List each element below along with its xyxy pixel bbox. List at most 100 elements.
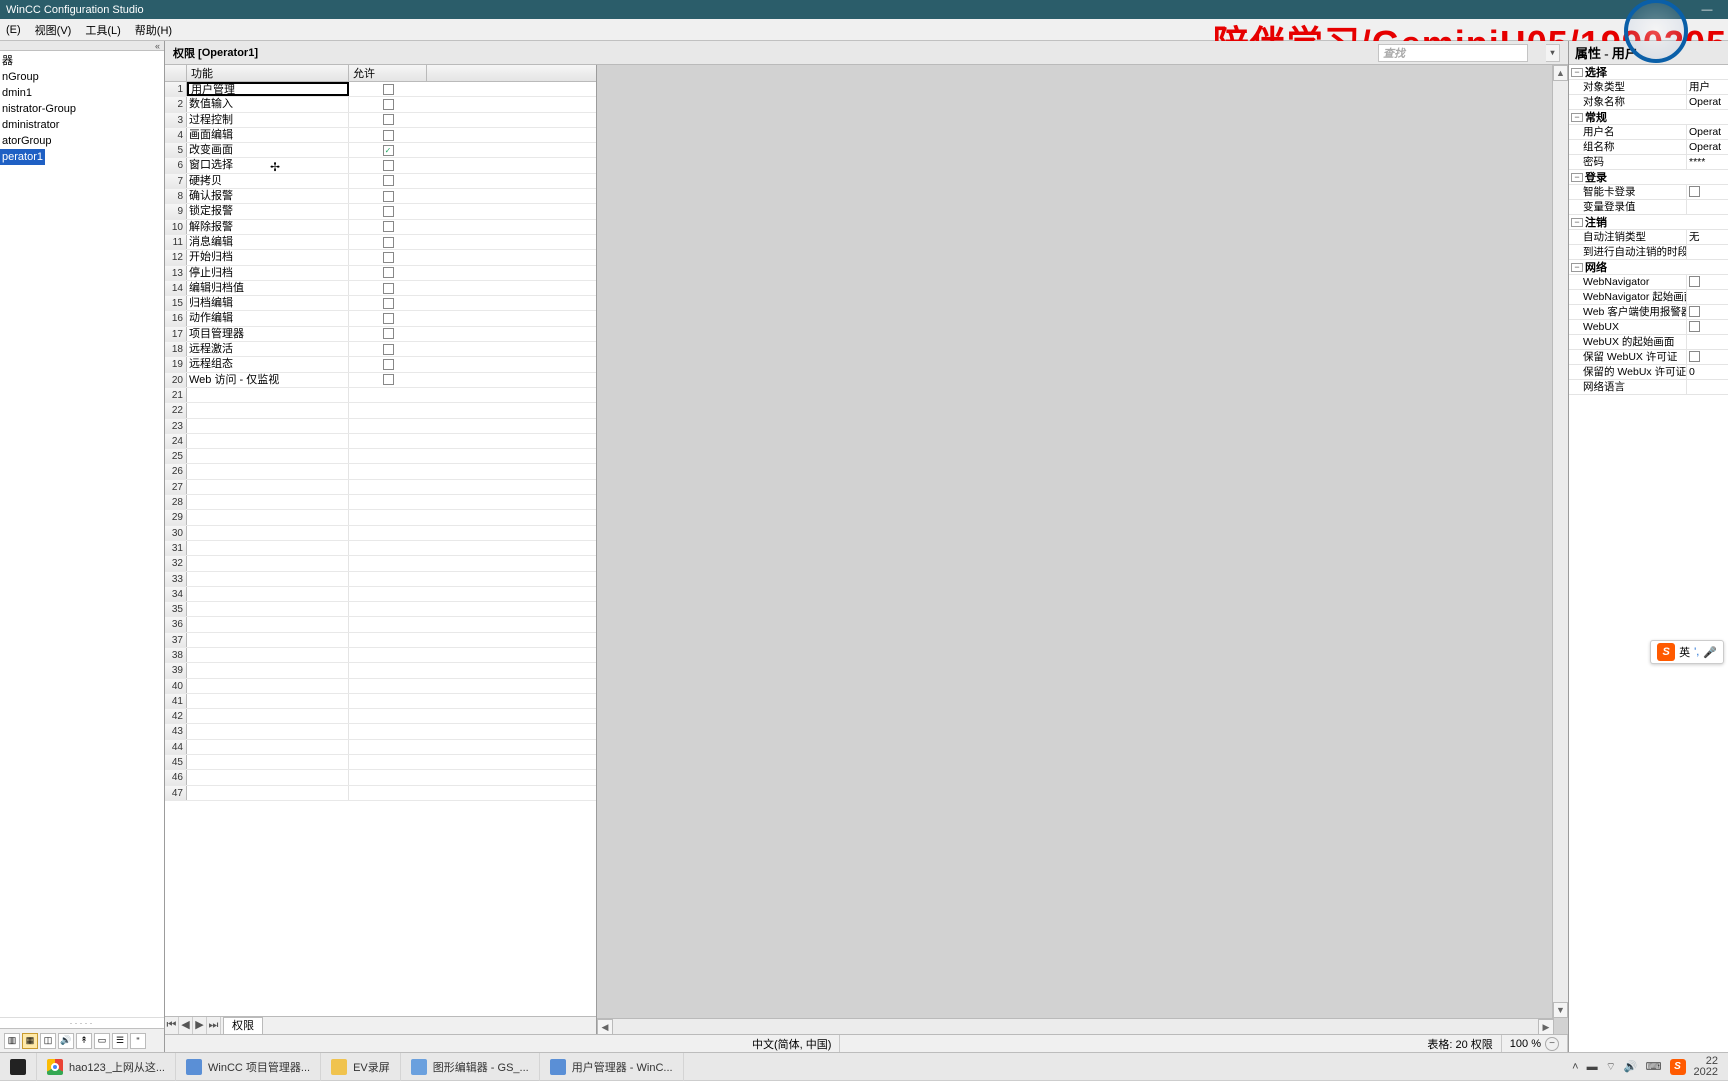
collapse-icon[interactable]: −	[1571, 218, 1583, 227]
tray-keyboard-icon[interactable]: ⌨	[1646, 1060, 1662, 1073]
table-row[interactable]: 18远程激活	[165, 342, 596, 357]
scroll-up-icon[interactable]: ▲	[1553, 65, 1568, 81]
checkbox[interactable]: ✓	[383, 145, 394, 156]
table-row[interactable]: 38	[165, 648, 596, 663]
cell-allow[interactable]	[349, 296, 427, 310]
search-dropdown[interactable]: ▾	[1546, 44, 1560, 62]
nav-tool-3[interactable]: ◫	[40, 1033, 56, 1049]
table-row[interactable]: 17项目管理器	[165, 327, 596, 342]
property-value[interactable]	[1687, 320, 1728, 334]
nav-item[interactable]: nistrator-Group	[0, 101, 164, 117]
table-row[interactable]: 4画面编辑	[165, 128, 596, 143]
cell-function[interactable]: 归档编辑	[187, 296, 349, 310]
checkbox[interactable]	[383, 359, 394, 370]
menu-help[interactable]: 帮助(H)	[135, 22, 172, 38]
cell-allow[interactable]	[349, 373, 427, 387]
table-row[interactable]: 10解除报警	[165, 220, 596, 235]
zoom-out-button[interactable]: −	[1545, 1037, 1559, 1051]
cell-allow[interactable]	[349, 235, 427, 249]
property-group[interactable]: −登录	[1569, 170, 1728, 185]
table-row[interactable]: 46	[165, 770, 596, 785]
table-row[interactable]: 34	[165, 587, 596, 602]
tray-clock[interactable]: 22 2022	[1694, 1056, 1720, 1078]
cell-function[interactable]: Web 访问 - 仅监视	[187, 373, 349, 387]
table-row[interactable]: 12开始归档	[165, 250, 596, 265]
table-row[interactable]: 13停止归档	[165, 266, 596, 281]
mic-icon[interactable]: 🎤	[1703, 646, 1717, 659]
ime-lang[interactable]: 英	[1679, 644, 1690, 660]
checkbox[interactable]	[383, 298, 394, 309]
property-value[interactable]	[1687, 380, 1728, 394]
scroll-left-icon[interactable]: ◀	[597, 1019, 613, 1035]
property-group[interactable]: −选择	[1569, 65, 1728, 80]
table-row[interactable]: 3过程控制	[165, 113, 596, 128]
table-row[interactable]: 21	[165, 388, 596, 403]
checkbox[interactable]	[1689, 306, 1700, 317]
table-row[interactable]: 22	[165, 403, 596, 418]
property-value[interactable]	[1687, 290, 1728, 304]
property-value[interactable]: Operat	[1687, 95, 1728, 109]
table-row[interactable]: 27	[165, 480, 596, 495]
cell-function[interactable]: 开始归档	[187, 250, 349, 264]
property-group[interactable]: −常规	[1569, 110, 1728, 125]
table-row[interactable]: 36	[165, 617, 596, 632]
property-value[interactable]	[1687, 350, 1728, 364]
table-row[interactable]: 6窗口选择	[165, 158, 596, 173]
sheet-last[interactable]: ⏭	[207, 1017, 221, 1034]
cell-function[interactable]: 消息编辑	[187, 235, 349, 249]
property-row[interactable]: WebNavigator	[1569, 275, 1728, 290]
checkbox[interactable]	[383, 283, 394, 294]
cell-allow[interactable]	[349, 189, 427, 203]
cell-allow[interactable]	[349, 113, 427, 127]
property-group[interactable]: −注销	[1569, 215, 1728, 230]
scroll-down-icon[interactable]: ▼	[1553, 1002, 1568, 1018]
table-row[interactable]: 44	[165, 740, 596, 755]
table-row[interactable]: 2数值输入	[165, 97, 596, 112]
property-value[interactable]: ****	[1687, 155, 1728, 169]
checkbox[interactable]	[383, 252, 394, 263]
cell-allow[interactable]	[349, 342, 427, 356]
table-row[interactable]: 11消息编辑	[165, 235, 596, 250]
nav-item[interactable]: dmin1	[0, 85, 164, 101]
cell-function[interactable]: 项目管理器	[187, 327, 349, 341]
property-row[interactable]: WebUX	[1569, 320, 1728, 335]
nav-item[interactable]: perator1	[0, 149, 45, 165]
table-row[interactable]: 42	[165, 709, 596, 724]
checkbox[interactable]	[383, 130, 394, 141]
property-row[interactable]: 对象名称Operat	[1569, 95, 1728, 110]
table-row[interactable]: 19远程组态	[165, 357, 596, 372]
vertical-scrollbar[interactable]: ▲ ▼	[1552, 65, 1568, 1018]
property-group[interactable]: −网络	[1569, 260, 1728, 275]
property-row[interactable]: 密码****	[1569, 155, 1728, 170]
nav-collapse-button[interactable]: «	[0, 41, 164, 51]
cell-function[interactable]: 解除报警	[187, 220, 349, 234]
table-row[interactable]: 41	[165, 694, 596, 709]
cell-allow[interactable]	[349, 128, 427, 142]
cell-allow[interactable]	[349, 220, 427, 234]
menu-tools[interactable]: 工具(L)	[85, 22, 120, 38]
cell-function[interactable]: 用户管理	[187, 82, 349, 96]
nav-tool-1[interactable]: ▥	[4, 1033, 20, 1049]
collapse-icon[interactable]: −	[1571, 173, 1583, 182]
sheet-prev[interactable]: ◀	[179, 1017, 193, 1034]
table-row[interactable]: 20Web 访问 - 仅监视	[165, 373, 596, 388]
cell-allow[interactable]	[349, 97, 427, 111]
table-row[interactable]: 30	[165, 526, 596, 541]
menu-view[interactable]: 视图(V)	[35, 22, 72, 38]
nav-tool-4[interactable]: 🔊	[58, 1033, 74, 1049]
property-row[interactable]: 组名称Operat	[1569, 140, 1728, 155]
table-row[interactable]: 45	[165, 755, 596, 770]
table-row[interactable]: 24	[165, 434, 596, 449]
cell-allow[interactable]	[349, 266, 427, 280]
property-value[interactable]	[1687, 335, 1728, 349]
checkbox[interactable]	[383, 313, 394, 324]
table-row[interactable]: 7硬拷贝	[165, 174, 596, 189]
zoom-control[interactable]: 100 % −	[1502, 1035, 1568, 1052]
cell-allow[interactable]	[349, 327, 427, 341]
cell-allow[interactable]	[349, 158, 427, 172]
collapse-icon[interactable]: −	[1571, 113, 1583, 122]
table-row[interactable]: 26	[165, 464, 596, 479]
cell-function[interactable]: 画面编辑	[187, 128, 349, 142]
sheet-first[interactable]: ⏮	[165, 1017, 179, 1034]
table-row[interactable]: 31	[165, 541, 596, 556]
